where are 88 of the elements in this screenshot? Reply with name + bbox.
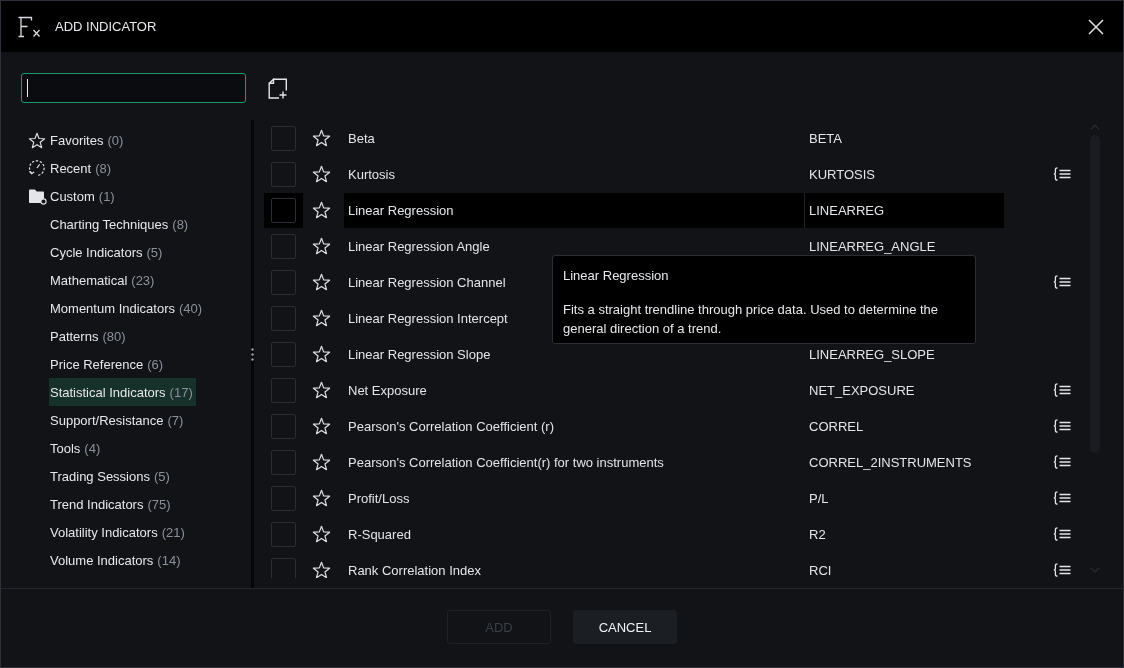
star-icon[interactable] [312,381,331,399]
category-item[interactable]: Favorites (0) [49,126,127,154]
indicator-code: P/L [809,490,829,506]
brace-lines-icon[interactable] [1053,455,1071,469]
indicator-name: Linear Regression Slope [348,346,491,362]
checkbox[interactable] [271,341,296,367]
brace-lines-icon[interactable] [1053,419,1071,433]
category-item[interactable]: Trend Indicators (75) [49,490,174,518]
checkbox[interactable] [271,161,296,187]
indicator-name: R-Squared [348,526,411,542]
category-item[interactable]: Tools (4) [49,434,104,462]
star-icon[interactable] [312,525,331,543]
star-icon[interactable] [312,165,331,183]
brace-lines-icon[interactable] [1053,383,1071,397]
indicator-name: Linear Regression Intercept [348,310,508,326]
category-item[interactable]: Custom (1) [49,182,118,210]
dialog-title: ADD INDICATOR [55,19,158,34]
add-file-icon[interactable] [268,77,288,99]
tooltip-description: Fits a straight trendline through price data. Used to determine the general direction of a trend. [563,301,940,338]
category-item[interactable]: Recent (8) [49,154,115,182]
category-item[interactable]: Patterns (80) [49,322,129,350]
indicator-code: CORREL_2INSTRUMENTS [809,454,972,470]
text-cursor-icon [27,79,28,97]
indicator-name: Kurtosis [348,166,395,182]
star-icon[interactable] [312,417,331,435]
checkbox[interactable] [271,197,296,223]
category-item[interactable]: Statistical Indicators (17) [49,378,196,406]
indicator-code: LINEARREG_ANGLE [809,238,936,254]
category-item[interactable]: Support/Resistance (7) [49,406,187,434]
checkbox[interactable] [271,449,296,475]
indicator-name: Profit/Loss [348,490,410,506]
category-item[interactable]: Price Reference (6) [49,350,167,378]
indicator-code: RCI [809,562,832,578]
indicator-name: Pearson's Correlation Coefficient (r) [348,418,554,434]
tooltip-title: Linear Regression [563,267,670,285]
indicator-name: Beta [348,130,375,146]
checkbox[interactable] [271,521,296,547]
search-field[interactable] [21,73,246,103]
indicator-name: Linear Regression Angle [348,238,490,254]
indicator-code: BETA [809,130,842,146]
close-icon[interactable] [1088,18,1104,35]
checkbox[interactable] [271,485,296,511]
star-icon[interactable] [312,561,331,578]
category-item[interactable]: Trading Sessions (5) [49,462,173,490]
star-icon[interactable] [312,237,331,255]
brace-lines-icon[interactable] [1053,527,1071,541]
indicator-name: Pearson's Correlation Coefficient(r) for two instruments [348,454,664,470]
star-icon[interactable] [312,345,331,363]
star-icon[interactable] [312,453,331,471]
checkbox[interactable] [271,305,296,331]
category-item[interactable]: Mathematical (23) [49,266,158,294]
category-item[interactable]: Charting Techniques (8) [49,210,192,238]
indicator-code: KURTOSIS [809,166,875,182]
drag-handle[interactable] [251,347,254,361]
indicator-code: CORREL [809,418,864,434]
indicator-code: LINEARREG_SLOPE [809,346,935,362]
indicator-code: NET_EXPOSURE [809,382,915,398]
checkbox[interactable] [271,233,296,259]
star-icon[interactable] [312,309,331,327]
star-icon[interactable] [312,273,331,291]
indicator-name: Rank Correlation Index [348,562,481,578]
star-icon[interactable] [312,489,331,507]
brace-lines-icon[interactable] [1053,275,1071,289]
function-icon [17,15,41,38]
indicator-code: LINEARREG [809,202,885,218]
history-icon [28,159,46,177]
checkbox[interactable] [271,125,296,151]
category-item[interactable]: Volume Indicators (14) [49,546,184,574]
brace-lines-icon[interactable] [1053,563,1071,577]
star-icon[interactable] [312,129,331,147]
indicator-code: R2 [809,526,826,542]
brace-lines-icon[interactable] [1053,491,1071,505]
highlighted-row[interactable]: Linear Regression LINEARREG [264,192,1004,228]
star-icon[interactable] [312,201,331,219]
checkbox[interactable] [271,413,296,439]
category-item[interactable]: Cycle Indicators (5) [49,238,166,266]
indicator-name: Linear Regression Channel [348,274,506,290]
cancel-button[interactable]: CANCEL [573,610,677,644]
folder-icon [28,187,47,205]
indicator-name: Net Exposure [348,382,427,398]
brace-lines-icon[interactable] [1053,167,1071,181]
category-item[interactable]: Momentum Indicators (40) [49,294,206,322]
checkbox[interactable] [271,377,296,403]
checkbox[interactable] [271,269,296,295]
checkbox[interactable] [271,557,296,578]
star-icon [28,131,46,149]
indicator-name: Linear Regression [348,202,454,218]
category-item[interactable]: Volatility Indicators (21) [49,518,188,546]
